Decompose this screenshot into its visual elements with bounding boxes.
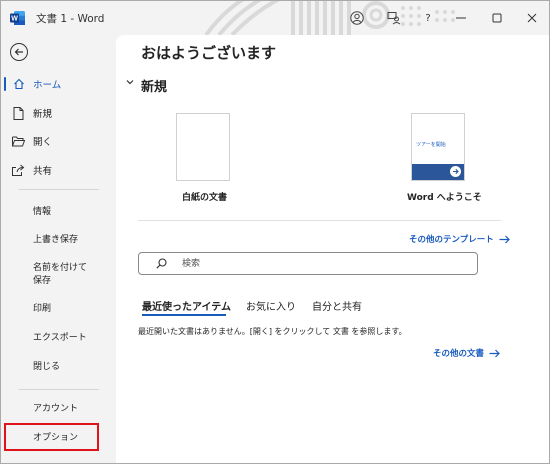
title-bar: W 文書 1 - Word ? [1, 1, 549, 35]
section-divider [138, 220, 501, 221]
sidebar-item-save[interactable]: 上書き保存 [33, 234, 78, 247]
tab-active-underline [142, 314, 226, 316]
new-document-icon [12, 106, 25, 120]
tab-shared-with-me[interactable]: 自分と共有 [312, 298, 362, 313]
sidebar-separator [19, 189, 99, 190]
main-content: おはようございます 新規 白紙の文書 ツアーを開始 Word へようこそ その他… [116, 35, 549, 463]
tab-recent[interactable]: 最近使ったアイテム [142, 298, 231, 313]
sidebar-item-save-as[interactable]: 名前を付けて保存 [33, 262, 95, 288]
word-window: W 文書 1 - Word ? ホーム 新規 開く 共有 情報 上書き保存 名前… [0, 0, 550, 464]
sidebar-item-label: 新規 [33, 109, 53, 120]
help-button[interactable]: ? [413, 1, 443, 35]
sidebar-item-info[interactable]: 情報 [33, 206, 51, 219]
new-section-title: 新規 [141, 80, 168, 95]
maximize-button[interactable] [482, 1, 512, 35]
close-button[interactable] [517, 1, 547, 35]
search-box[interactable] [138, 252, 478, 275]
sidebar-item-new[interactable]: 新規 [1, 101, 116, 125]
minimize-icon [456, 17, 466, 19]
search-icon [156, 258, 167, 269]
sidebar-item-label: 共有 [33, 166, 53, 177]
sidebar-item-label: 開く [33, 137, 53, 148]
arrow-right-icon [489, 349, 500, 357]
more-documents-label: その他の文書 [433, 349, 485, 359]
word-logo-letter: W [11, 16, 18, 23]
greeting-heading: おはようございます [141, 44, 277, 62]
sidebar-item-close[interactable]: 閉じる [33, 361, 60, 374]
tour-thumb-text: ツアーを開始 [416, 142, 446, 148]
account-icon [350, 11, 364, 25]
search-input[interactable] [180, 257, 454, 270]
more-templates-link[interactable]: その他のテンプレート [409, 233, 510, 245]
sidebar-item-account[interactable]: アカウント [33, 403, 78, 416]
maximize-icon [492, 13, 502, 23]
chevron-down-icon[interactable] [125, 77, 135, 87]
sidebar-item-export[interactable]: エクスポート [33, 332, 87, 345]
active-indicator [4, 77, 6, 91]
sidebar-item-print[interactable]: 印刷 [33, 303, 51, 316]
coauthoring-icon [387, 12, 401, 25]
welcome-to-word-template[interactable]: ツアーを開始 [411, 113, 465, 181]
window-title: 文書 1 - Word [36, 13, 105, 25]
share-icon [12, 164, 25, 177]
account-button[interactable] [342, 1, 372, 35]
template-label[interactable]: Word へようこそ [407, 190, 482, 203]
back-button[interactable] [10, 43, 28, 61]
home-icon [12, 78, 25, 91]
arrow-right-icon [499, 235, 510, 243]
sidebar-separator [19, 389, 99, 390]
tab-favorites[interactable]: お気に入り [246, 298, 296, 313]
back-arrow-icon [14, 48, 23, 56]
arrow-right-icon [450, 166, 461, 177]
close-icon [527, 13, 537, 23]
empty-recent-message: 最近開いた文書はありません。[開く] をクリックして 文書 を参照します。 [138, 327, 407, 336]
coauthor-button[interactable] [379, 1, 409, 35]
sidebar-item-open[interactable]: 開く [1, 129, 116, 153]
sidebar-item-home[interactable]: ホーム [1, 72, 116, 96]
word-logo-icon: W [10, 11, 25, 25]
more-documents-link[interactable]: その他の文書 [433, 347, 500, 359]
minimize-button[interactable] [446, 1, 476, 35]
template-label[interactable]: 白紙の文書 [182, 190, 227, 203]
more-templates-label: その他のテンプレート [409, 235, 494, 245]
backstage-sidebar: ホーム 新規 開く 共有 情報 上書き保存 名前を付けて保存 印刷 エクスポート… [1, 35, 116, 463]
sidebar-item-share[interactable]: 共有 [1, 158, 116, 182]
open-folder-icon [12, 135, 25, 148]
sidebar-item-label: ホーム [33, 80, 62, 91]
options-highlight-box [4, 423, 99, 451]
blank-document-template[interactable] [176, 113, 230, 181]
